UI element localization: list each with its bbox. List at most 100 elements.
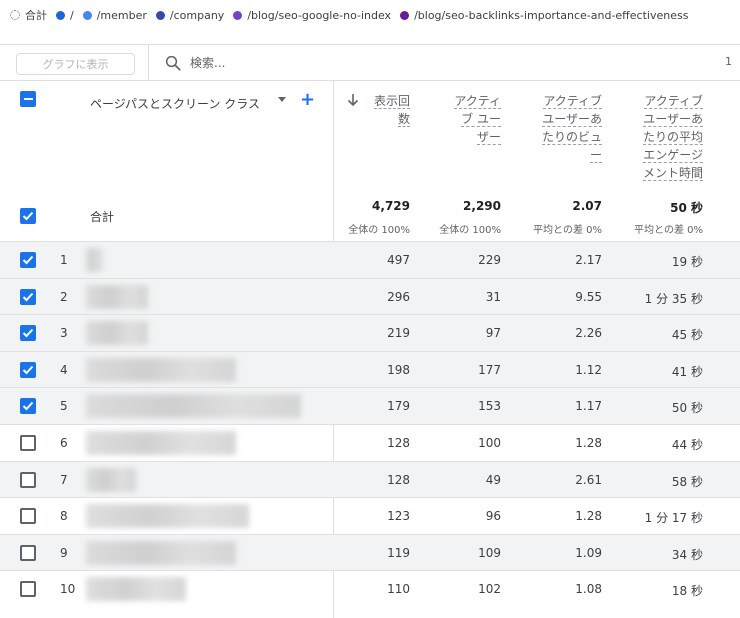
redacted-page-path[interactable] [86, 431, 236, 455]
column-header-text: ー [589, 148, 602, 163]
redacted-page-path[interactable] [86, 321, 148, 346]
column-header-text: アクティ [454, 94, 501, 109]
row-checkbox[interactable] [20, 544, 36, 561]
table-cell: 100 [478, 436, 501, 450]
table-cell: 1.17 [575, 399, 602, 414]
column-header[interactable]: アクティブ ユーザーあ たりのビュー [541, 92, 602, 164]
redacted-page-path[interactable] [86, 577, 186, 602]
table-row[interactable]: 5 179 153 1.17 50 秒 [0, 387, 740, 425]
table-cell: 109 [478, 545, 501, 560]
table-cell: 1.28 [575, 436, 602, 450]
table-cell: 44 秒 [671, 438, 703, 452]
total-subtext: 平均との差 0% [533, 225, 602, 236]
table-row[interactable]: 6 128 100 1.28 44 秒 [0, 424, 740, 461]
redacted-page-path[interactable] [86, 394, 301, 419]
total-subtext: 全体の 100% [439, 225, 501, 236]
table-cell: 1.28 [575, 509, 602, 524]
row-number: 3 [60, 326, 68, 341]
row-number: 6 [60, 436, 68, 450]
total-subtext: 全体の 100% [348, 225, 410, 236]
table-cell: 1 分 17 秒 [644, 511, 703, 526]
pagination-text: 1 [725, 55, 732, 68]
table-cell: 49 [485, 472, 501, 487]
search-icon [165, 55, 181, 71]
legend-item[interactable]: /blog/seo-google-no-index [233, 9, 391, 22]
dimension-dropdown-icon[interactable] [278, 97, 286, 102]
table-row[interactable]: 7 128 49 2.61 58 秒 [0, 460, 740, 498]
row-checkbox[interactable] [20, 361, 36, 378]
table-row[interactable]: 1 497 229 2.17 19 秒 [0, 241, 740, 278]
total-value: 2,290 [463, 199, 501, 213]
column-header-text: たりの平均 [642, 130, 703, 145]
table-row[interactable]: 4 198 177 1.12 41 秒 [0, 350, 740, 388]
legend-item[interactable]: /company [155, 8, 225, 22]
row-checkbox[interactable] [20, 325, 36, 342]
total-value: 50 秒 [670, 201, 703, 215]
table-row[interactable]: 10 110 102 1.08 18 秒 [0, 570, 740, 607]
table-row[interactable]: 8 123 96 1.28 1 分 17 秒 [0, 497, 740, 534]
redacted-page-path[interactable] [86, 357, 236, 382]
row-checkbox[interactable] [20, 508, 36, 525]
column-header-text: アクティブ [543, 94, 602, 109]
legend-item[interactable]: /member [82, 8, 147, 22]
row-checkbox[interactable] [20, 288, 36, 305]
column-header[interactable]: アクティブ ユー ザー [454, 92, 501, 146]
row-number: 9 [60, 545, 68, 560]
row-number: 4 [60, 362, 68, 377]
column-header[interactable]: アクティブ ユーザーあ たりの平均 エンゲージ メント時間 [642, 92, 703, 182]
row-number: 5 [60, 399, 68, 414]
column-header-text: 数 [397, 112, 410, 127]
column-header[interactable]: 表示回数 [373, 92, 410, 128]
legend-item[interactable]: /blog/seo-backlinks-importance-and-effec… [400, 9, 688, 22]
row-checkbox[interactable] [20, 252, 36, 268]
legend-label: /blog/seo-google-no-index [247, 8, 392, 22]
legend-item[interactable]: / [56, 9, 74, 22]
table-cell: 31 [485, 289, 501, 304]
legend-dot-icon [10, 10, 20, 20]
table-row[interactable]: 3 219 97 2.26 45 秒 [0, 314, 740, 352]
table-cell: 198 [387, 362, 410, 377]
legend-label: 合計 [25, 9, 47, 22]
table-cell: 153 [478, 399, 501, 414]
row-checkbox[interactable] [20, 581, 36, 598]
legend-label: /blog/seo-backlinks-importance-and-effec… [414, 8, 689, 22]
total-checkbox[interactable] [20, 208, 36, 224]
legend-item[interactable]: 合計 [10, 7, 47, 23]
redacted-page-path[interactable] [86, 540, 236, 565]
legend-label: /company [169, 8, 225, 22]
row-number: 8 [60, 509, 68, 524]
redacted-page-path[interactable] [86, 284, 148, 309]
row-number: 2 [60, 289, 68, 304]
table-cell: 41 秒 [671, 364, 703, 379]
legend-dot-icon [155, 10, 165, 20]
select-all-checkbox[interactable] [20, 91, 36, 107]
show-in-graph-button[interactable]: グラフに表示 [16, 53, 135, 75]
row-number: 1 [60, 253, 68, 267]
table-row[interactable]: 9 119 109 1.09 34 秒 [0, 533, 740, 571]
chart-legend: 合計 / /member/company/blog/seo-google-no-in… [10, 6, 688, 24]
dimension-header[interactable]: ページパスとスクリーン クラス [90, 95, 260, 112]
table-row[interactable]: 2 296 31 9.55 1 分 35 秒 [0, 277, 740, 315]
row-number: 10 [60, 582, 76, 597]
total-subtext: 平均との差 0% [634, 225, 703, 236]
table-cell: 97 [485, 326, 501, 341]
column-header-text: たりのビュ [541, 130, 602, 145]
row-checkbox[interactable] [20, 471, 36, 488]
table-cell: 219 [387, 326, 410, 341]
add-dimension-icon[interactable]: + [300, 90, 315, 110]
sort-descending-icon[interactable] [346, 92, 360, 108]
legend-label: /member [96, 8, 147, 22]
table-cell: 58 秒 [671, 474, 703, 489]
column-header-text: エンゲージ [643, 148, 703, 163]
redacted-page-path[interactable] [86, 467, 136, 492]
redacted-page-path[interactable] [86, 248, 102, 272]
search-input[interactable] [190, 53, 690, 73]
table-cell: 229 [478, 253, 501, 267]
redacted-page-path[interactable] [86, 504, 249, 529]
row-checkbox[interactable] [20, 398, 36, 415]
table-cell: 128 [387, 472, 410, 487]
table-cell: 2.17 [575, 253, 602, 267]
table-cell: 9.55 [575, 289, 602, 304]
table-cell: 1 分 35 秒 [644, 291, 703, 306]
row-checkbox[interactable] [20, 435, 36, 451]
